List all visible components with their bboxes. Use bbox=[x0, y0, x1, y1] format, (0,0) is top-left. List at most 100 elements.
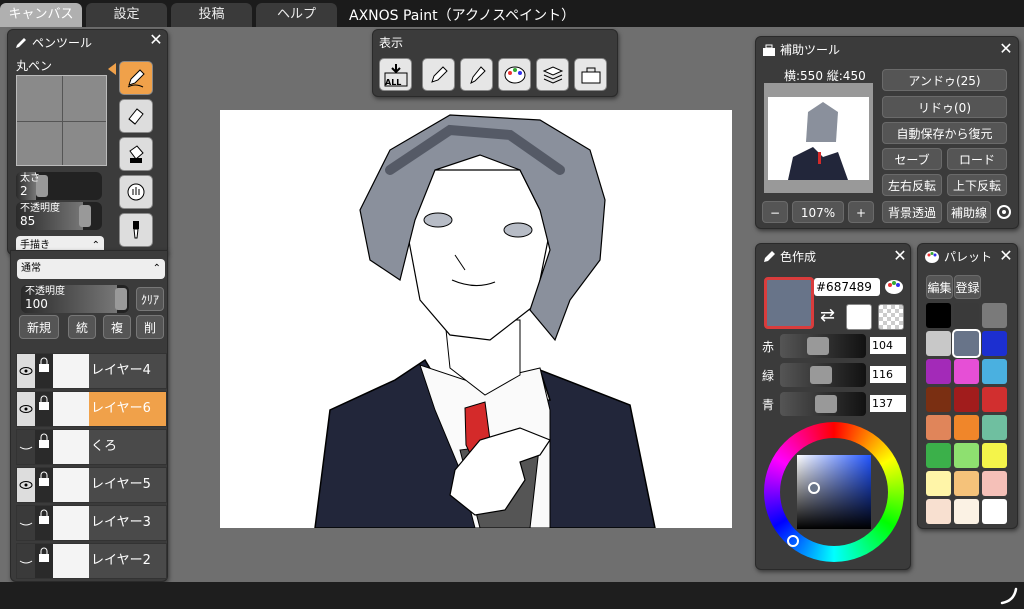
sv-picker-handle[interactable] bbox=[808, 482, 820, 494]
palette-swatch[interactable] bbox=[954, 471, 979, 496]
layer-panel-toggle-button[interactable] bbox=[536, 58, 569, 91]
palette-swatch[interactable] bbox=[982, 331, 1007, 356]
hex-input[interactable]: #687489 bbox=[814, 278, 880, 296]
palette-swatch[interactable] bbox=[982, 471, 1007, 496]
layer-item-5[interactable]: レイヤー5 bbox=[16, 467, 167, 503]
lock-icon[interactable] bbox=[35, 392, 53, 426]
load-button[interactable]: ロード bbox=[947, 148, 1007, 170]
guide-line-button[interactable]: 補助線 bbox=[947, 201, 991, 223]
palette-panel-close-icon[interactable]: ✕ bbox=[998, 248, 1014, 264]
red-slider[interactable] bbox=[780, 334, 866, 358]
palette-swatch[interactable] bbox=[954, 415, 979, 440]
duplicate-layer-button[interactable]: 複 bbox=[103, 315, 131, 339]
palette-swatch[interactable] bbox=[982, 499, 1007, 524]
pen-opacity-slider[interactable]: 不透明度 85 bbox=[16, 202, 102, 230]
palette-swatch[interactable] bbox=[926, 359, 951, 384]
eye-icon[interactable] bbox=[17, 354, 35, 388]
color-wheel[interactable] bbox=[762, 422, 908, 562]
eye-closed-icon[interactable] bbox=[17, 430, 35, 464]
aux-panel-close-icon[interactable]: ✕ bbox=[998, 41, 1014, 57]
lock-icon[interactable] bbox=[35, 468, 53, 502]
size-slider[interactable]: 太さ 2 bbox=[16, 172, 102, 200]
palette-swatch[interactable] bbox=[982, 415, 1007, 440]
palette-swatch[interactable] bbox=[982, 303, 1007, 328]
palette-swatch[interactable] bbox=[926, 471, 951, 496]
palette-swatch[interactable] bbox=[982, 443, 1007, 468]
palette-swatch[interactable] bbox=[954, 443, 979, 468]
palette-swatch[interactable] bbox=[982, 387, 1007, 412]
green-slider[interactable] bbox=[780, 363, 866, 387]
palette-swatch[interactable] bbox=[952, 329, 981, 358]
bucket-tool-button[interactable] bbox=[119, 137, 153, 171]
hue-picker-handle[interactable] bbox=[787, 535, 799, 547]
pen-panel-toggle-button[interactable] bbox=[422, 58, 455, 91]
swap-colors-icon[interactable]: ⇄ bbox=[820, 306, 844, 326]
color-panel-toggle-button[interactable] bbox=[498, 58, 531, 91]
merge-layer-button[interactable]: 統 bbox=[68, 315, 96, 339]
flip-vertical-button[interactable]: 上下反転 bbox=[947, 174, 1007, 196]
layer-item-4[interactable]: レイヤー4 bbox=[16, 353, 167, 389]
new-layer-button[interactable]: 新規 bbox=[19, 315, 59, 339]
gear-icon[interactable] bbox=[994, 201, 1014, 223]
palette-register-button[interactable]: 登録 bbox=[954, 275, 981, 299]
aux-panel-toggle-button[interactable] bbox=[574, 58, 607, 91]
bg-transparent-button[interactable]: 背景透過 bbox=[882, 201, 942, 223]
layer-opacity-slider[interactable]: 不透明度 100 bbox=[21, 285, 129, 313]
blend-mode-select[interactable]: 通常 ⌃ bbox=[17, 259, 165, 279]
tab-settings[interactable]: 設定 bbox=[86, 3, 167, 27]
delete-layer-button[interactable]: 削 bbox=[136, 315, 164, 339]
palette-swatch[interactable] bbox=[926, 415, 951, 440]
palette-icon[interactable] bbox=[884, 278, 904, 296]
brush-panel-toggle-button[interactable] bbox=[460, 58, 493, 91]
eraser-tool-button[interactable] bbox=[119, 99, 153, 133]
zoom-in-button[interactable]: + bbox=[848, 201, 874, 223]
hand-tool-button[interactable] bbox=[119, 175, 153, 209]
drawing-canvas[interactable] bbox=[220, 110, 732, 528]
pen-tool-button[interactable] bbox=[119, 61, 153, 95]
palette-swatch[interactable] bbox=[926, 443, 951, 468]
palette-swatch[interactable] bbox=[926, 387, 951, 412]
eye-closed-icon[interactable] bbox=[17, 506, 35, 540]
color-panel-close-icon[interactable]: ✕ bbox=[892, 248, 908, 264]
lock-icon[interactable] bbox=[35, 506, 53, 540]
lock-icon[interactable] bbox=[35, 544, 53, 578]
resize-corner-icon[interactable] bbox=[998, 585, 1018, 605]
blue-slider[interactable] bbox=[780, 392, 866, 416]
restore-autosave-button[interactable]: 自動保存から復元 bbox=[882, 122, 1007, 144]
flip-horizontal-button[interactable]: 左右反転 bbox=[882, 174, 942, 196]
secondary-color-swatch[interactable] bbox=[846, 304, 872, 330]
palette-swatch[interactable] bbox=[926, 499, 951, 524]
eye-icon[interactable] bbox=[17, 468, 35, 502]
red-value[interactable]: 104 bbox=[870, 337, 906, 354]
palette-swatch[interactable] bbox=[954, 359, 979, 384]
palette-swatch[interactable] bbox=[954, 499, 979, 524]
layer-item-6[interactable]: レイヤー6 bbox=[16, 391, 167, 427]
palette-swatch[interactable] bbox=[926, 303, 951, 328]
layer-item-3[interactable]: レイヤー3 bbox=[16, 505, 167, 541]
current-color-swatch[interactable] bbox=[764, 277, 814, 329]
save-button[interactable]: セーブ bbox=[882, 148, 942, 170]
navigator-thumbnail[interactable] bbox=[768, 97, 869, 180]
palette-edit-button[interactable]: 編集 bbox=[926, 275, 953, 299]
eye-icon[interactable] bbox=[17, 392, 35, 426]
eye-closed-icon[interactable] bbox=[17, 544, 35, 578]
undo-button[interactable]: アンドゥ(25) bbox=[882, 69, 1007, 91]
clear-layer-button[interactable]: ｸﾘｱ bbox=[136, 287, 164, 311]
layer-item-2[interactable]: レイヤー2 bbox=[16, 543, 167, 579]
lock-icon[interactable] bbox=[35, 430, 53, 464]
palette-swatch[interactable] bbox=[954, 303, 979, 328]
blue-value[interactable]: 137 bbox=[870, 395, 906, 412]
green-value[interactable]: 116 bbox=[870, 366, 906, 383]
tab-canvas[interactable]: キャンバス bbox=[0, 3, 82, 27]
redo-button[interactable]: リドゥ(0) bbox=[882, 96, 1007, 118]
palette-swatch[interactable] bbox=[954, 387, 979, 412]
palette-swatch[interactable] bbox=[926, 331, 951, 356]
palette-swatch[interactable] bbox=[982, 359, 1007, 384]
tab-post[interactable]: 投稿 bbox=[171, 3, 252, 27]
tab-help[interactable]: ヘルプ bbox=[256, 3, 337, 27]
pen-panel-close-icon[interactable]: ✕ bbox=[148, 32, 164, 48]
layer-item-kuro[interactable]: くろ bbox=[16, 429, 167, 465]
saturation-value-square[interactable] bbox=[797, 455, 871, 529]
zoom-out-button[interactable]: − bbox=[762, 201, 788, 223]
eyedropper-tool-button[interactable] bbox=[119, 213, 153, 247]
